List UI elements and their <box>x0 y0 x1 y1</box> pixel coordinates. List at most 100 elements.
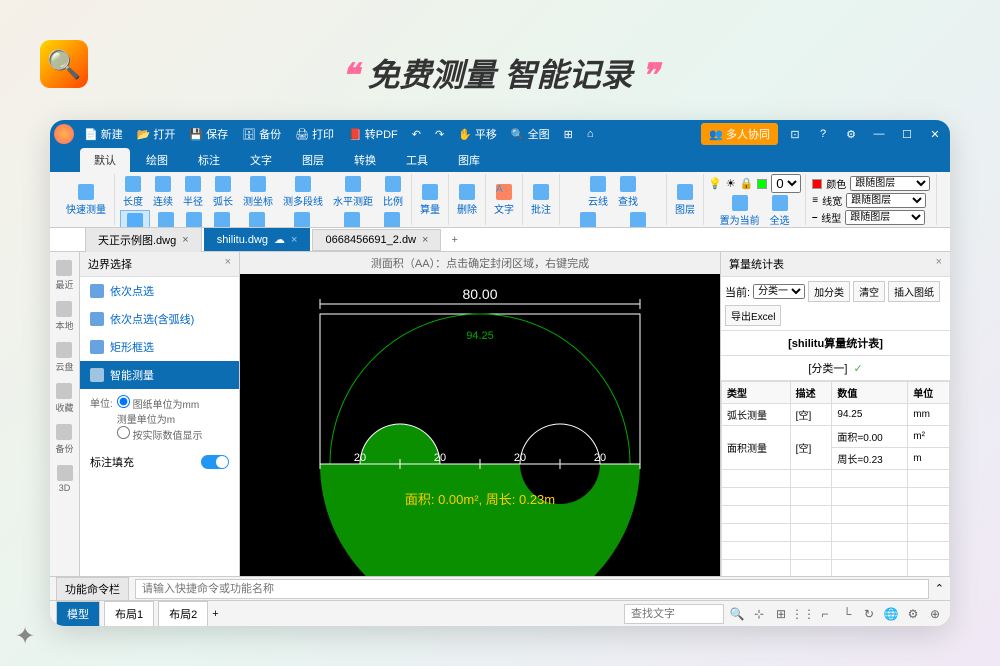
angle-button[interactable]: 角度 <box>208 210 236 228</box>
tab-convert[interactable]: 转换 <box>340 148 390 172</box>
area-button[interactable]: 面积 <box>120 210 150 228</box>
dock-cloud[interactable]: 云盘 <box>55 342 73 373</box>
grid-button[interactable]: ⊞ <box>560 126 577 143</box>
save-button[interactable]: 💾 保存 <box>185 124 232 144</box>
clear-button[interactable]: 清空 <box>853 281 885 302</box>
add-layout-button[interactable]: + <box>212 608 218 620</box>
ortho-icon[interactable]: ⌐ <box>816 605 834 623</box>
snap-icon[interactable]: ⊹ <box>750 605 768 623</box>
dock-3d[interactable]: 3D <box>57 465 73 493</box>
addcat-button[interactable]: 加分类 <box>808 281 850 302</box>
tab-annotate[interactable]: 标注 <box>184 148 234 172</box>
search-icon[interactable]: 🔍 <box>728 605 746 623</box>
setcurrent-button[interactable]: 置为当前 <box>716 193 764 228</box>
linetype-select[interactable]: 跟随图层 <box>845 210 925 225</box>
layer-lock-icon[interactable]: 🔒 <box>740 177 754 190</box>
refresh-icon[interactable]: ↻ <box>860 605 878 623</box>
coord-button[interactable]: 测坐标 <box>239 174 277 210</box>
category-select[interactable]: 分类一 <box>753 284 805 299</box>
add-tab-button[interactable]: + <box>443 234 465 246</box>
calc-button[interactable]: 算量 <box>416 182 444 218</box>
globe-icon[interactable]: 🌐 <box>882 605 900 623</box>
circle-button[interactable]: 圆▾ <box>182 210 206 228</box>
dock-favorite[interactable]: 收藏 <box>55 383 73 414</box>
close-tab-icon[interactable]: × <box>291 234 297 246</box>
close-button[interactable]: ✕ <box>924 128 946 141</box>
remove-button[interactable]: 删除 <box>453 182 481 218</box>
open-button[interactable]: 📂 打开 <box>133 124 180 144</box>
vert-button[interactable]: 垂直测距 <box>328 210 376 228</box>
dock-recent[interactable]: 最近 <box>55 260 73 291</box>
help-icon[interactable]: ? <box>812 128 834 140</box>
tab-tools[interactable]: 工具 <box>392 148 442 172</box>
close-tab-icon[interactable]: × <box>182 234 188 246</box>
collab-button[interactable]: 👥 多人协同 <box>701 123 778 145</box>
insert-button[interactable]: 插入图纸 <box>888 281 940 302</box>
pan-button[interactable]: ✋ 平移 <box>454 124 501 144</box>
polar-icon[interactable]: └ <box>838 605 856 623</box>
maximize-button[interactable]: ☐ <box>896 128 918 141</box>
panel-close-icon[interactable]: × <box>225 256 231 272</box>
tab-library[interactable]: 图库 <box>444 148 494 172</box>
multi-button[interactable]: 测多段线 <box>279 174 327 210</box>
user-avatar[interactable] <box>54 124 74 144</box>
close-tab-icon[interactable]: × <box>422 234 428 246</box>
radius-button[interactable]: 半径 <box>179 174 207 210</box>
color-swatch[interactable] <box>812 179 822 189</box>
backup-button[interactable]: 🗄 备份 <box>238 124 285 144</box>
new-button[interactable]: 📄 新建 <box>80 124 127 144</box>
moveview-button[interactable]: 移动视口 <box>614 210 662 228</box>
unit-radio-1[interactable]: 图纸单位为mm 测量单位为m <box>117 395 203 426</box>
more-icon[interactable]: ⊕ <box>926 605 944 623</box>
find-button[interactable]: 查找 <box>614 174 642 210</box>
table-row[interactable]: 面积测量[空]面积=0.00m² <box>722 426 950 448</box>
selall-button[interactable]: 全选 <box>766 193 794 228</box>
dock-backup[interactable]: 备份 <box>55 424 73 455</box>
perimeter-button[interactable]: 周长 <box>152 210 180 228</box>
settings-icon[interactable]: ⚙ <box>840 128 862 141</box>
pdf-button[interactable]: 📕 转PDF <box>344 124 402 144</box>
horiz-button[interactable]: 水平测距 <box>329 174 377 210</box>
grid2-icon[interactable]: ⋮⋮ <box>794 605 812 623</box>
tab-text[interactable]: 文字 <box>236 148 286 172</box>
doc-tab-3[interactable]: 0668456691_2.dw× <box>312 229 441 251</box>
layer-color-swatch[interactable] <box>757 179 767 189</box>
undo-button[interactable]: ↶ <box>408 126 425 143</box>
layer-button[interactable]: 图层 <box>671 182 699 218</box>
fullview-button[interactable]: 🔍 全图 <box>507 124 554 144</box>
minimize-button[interactable]: — <box>868 128 890 140</box>
tab-layer[interactable]: 图层 <box>288 148 338 172</box>
cmd-expand-icon[interactable]: ⌃ <box>935 582 944 595</box>
doc-tab-2[interactable]: shilitu.dwg☁× <box>204 228 311 251</box>
opt-click-arc[interactable]: 依次点选(含弧线) <box>80 305 239 333</box>
layer-lightbulb-icon[interactable]: 💡 <box>708 177 722 190</box>
annotate-button[interactable]: 批注 <box>527 182 555 218</box>
home-button[interactable]: ⌂ <box>583 126 598 142</box>
command-input[interactable] <box>135 579 929 599</box>
search-input[interactable] <box>624 604 724 624</box>
grid-icon[interactable]: ⊞ <box>772 605 790 623</box>
gap-button[interactable]: 测间距 <box>238 210 276 228</box>
tab-default[interactable]: 默认 <box>80 148 130 172</box>
ratio-button[interactable]: 比例 <box>379 174 407 210</box>
print-button[interactable]: 🖨 打印 <box>291 124 338 144</box>
opt-smart[interactable]: 智能测量 <box>80 361 239 389</box>
fill-toggle[interactable] <box>201 455 229 469</box>
stat-button[interactable]: 统计 <box>378 210 406 228</box>
layout-1[interactable]: 布局1 <box>104 601 154 627</box>
table-row[interactable]: 弧长测量[空]94.25mm <box>722 404 950 426</box>
opt-rect[interactable]: 矩形框选 <box>80 333 239 361</box>
layout-2[interactable]: 布局2 <box>158 601 208 627</box>
layer-sun-icon[interactable]: ☀ <box>726 177 736 190</box>
stats-close-icon[interactable]: × <box>936 256 942 272</box>
export-button[interactable]: 导出Excel <box>725 305 781 326</box>
text-button[interactable]: A文字 <box>490 182 518 218</box>
arc-button[interactable]: 弧长 <box>209 174 237 210</box>
redo-button[interactable]: ↷ <box>431 126 448 143</box>
lineweight-select[interactable]: 跟随图层 <box>846 193 926 208</box>
color-select[interactable]: 跟随图层 <box>850 176 930 191</box>
layout-model[interactable]: 模型 <box>56 601 100 627</box>
layout-icon[interactable]: ⊡ <box>784 128 806 141</box>
cloud-button[interactable]: 云线 <box>584 174 612 210</box>
fastmeasure-button[interactable]: 快速测量 <box>62 182 110 218</box>
